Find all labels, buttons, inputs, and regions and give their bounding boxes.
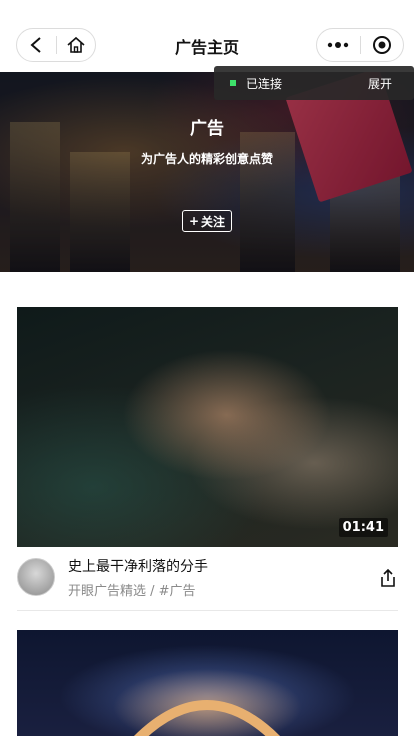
banner-overlay [0, 72, 414, 272]
video-title[interactable]: 史上最干净利落的分手 [68, 556, 208, 576]
connection-status-bar: 已连接 展开 [214, 66, 414, 100]
follow-button[interactable]: + 关注 [182, 210, 232, 232]
video-duration: 01:41 [338, 518, 388, 537]
share-icon[interactable] [378, 568, 398, 588]
connected-indicator-icon [230, 80, 236, 86]
author-avatar[interactable] [17, 558, 55, 596]
golden-arch-graphic [133, 700, 281, 736]
follow-label: 关注 [201, 214, 226, 229]
nav-right-capsule [316, 28, 404, 62]
feed-divider [17, 610, 398, 611]
connection-status-label: 已连接 [246, 76, 283, 91]
more-button[interactable] [317, 28, 360, 62]
expand-button[interactable]: 展开 [368, 75, 392, 92]
more-dots-icon [328, 42, 349, 48]
channel-banner: 广告 为广告人的精彩创意点赞 + 关注 [0, 72, 414, 272]
video-meta: 史上最干净利落的分手 开眼广告精选 / #广告 [17, 556, 398, 602]
video-source: 开眼广告精选 / #广告 [68, 584, 196, 599]
channel-subtitle: 为广告人的精彩创意点赞 [140, 152, 273, 166]
video-thumbnail[interactable] [17, 630, 398, 736]
video-thumbnail[interactable]: 01:41 [17, 307, 398, 547]
plus-icon: + [188, 214, 200, 228]
channel-title: 广告 [190, 119, 224, 139]
target-icon [372, 36, 391, 54]
navigation-bar: 广告主页 [0, 0, 414, 72]
close-miniprogram-button[interactable] [360, 28, 403, 62]
